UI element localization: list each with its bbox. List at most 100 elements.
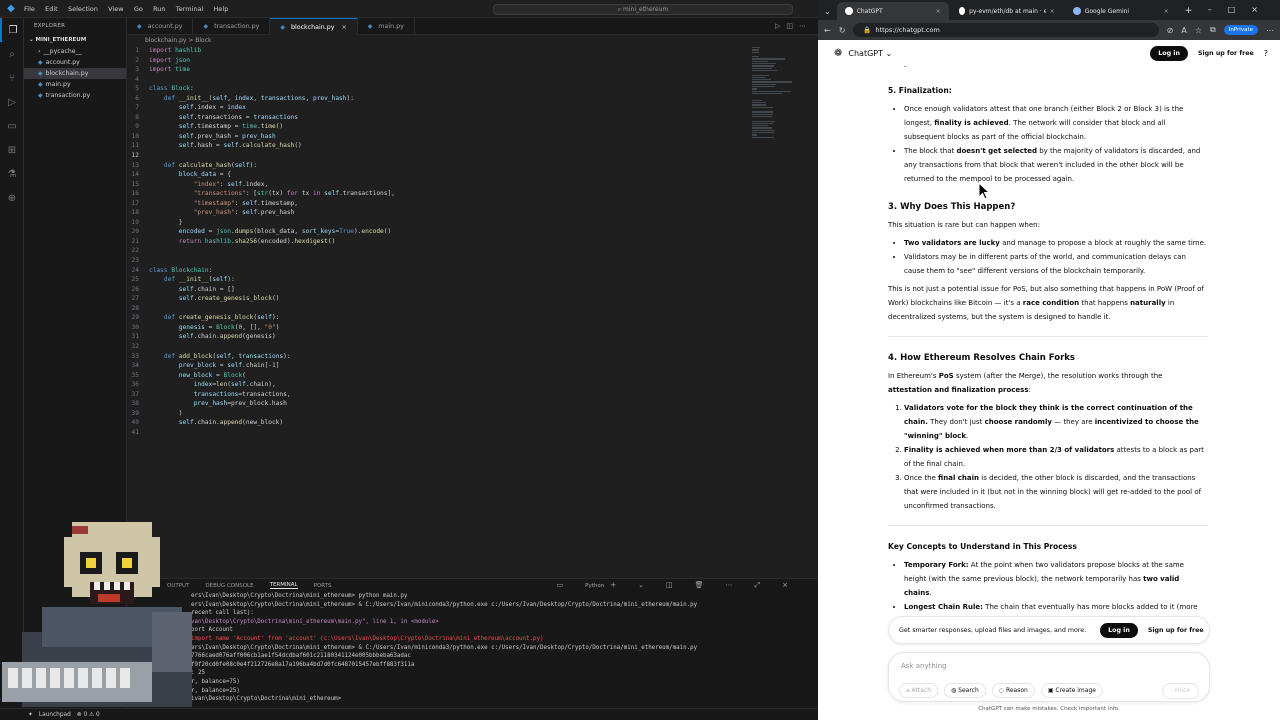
menu-edit[interactable]: Edit [45,5,58,13]
terminal-kind[interactable]: Python [585,583,604,589]
browser-tab-gemini[interactable]: Google Gemini × [1065,2,1177,20]
code-line[interactable]: 6 def __init__(self, index, transactions… [127,94,747,104]
code-line[interactable]: 14 block_data = { [127,170,747,180]
code-line[interactable]: 36 index=len(self.chain), [127,380,747,390]
code-line[interactable]: 26 self.chain = [] [127,285,747,295]
remote-explorer-icon[interactable]: ▭ [0,114,24,138]
maximize-icon[interactable]: ⤢ [755,581,767,589]
more-icon[interactable]: ⋯ [799,22,812,30]
code-line[interactable]: 22 [127,246,747,256]
close-icon[interactable]: × [1164,8,1169,15]
problems-status[interactable]: ⊗ 0 ⚠ 0 [77,712,100,718]
reason-button[interactable]: ◌ Reason [991,683,1035,698]
openai-logo-icon[interactable]: ❁ [834,48,842,59]
code-line[interactable]: 12 [127,151,747,161]
page-scrollbar[interactable] [1270,66,1276,706]
split-terminal-icon[interactable]: ◫ [666,581,679,589]
url-field[interactable]: 🔒 https://chatgpt.com [853,23,1159,37]
refresh-icon[interactable]: ↻ [839,26,846,35]
menu-help[interactable]: Help [214,5,229,13]
code-line[interactable]: 20 encoded = json.dumps(block_data, sort… [127,227,747,237]
file-item-pycache[interactable]: › __pycache__ [24,46,126,57]
folder-root[interactable]: ⌄ MINI_ETHEREUM [24,34,126,46]
chat-input-placeholder[interactable]: Ask anything [901,662,947,670]
code-line[interactable]: 2 import json [127,56,747,66]
code-line[interactable]: 3 import time [127,65,747,75]
favorite-icon[interactable]: ☆ [1195,26,1202,35]
login-button[interactable]: Log in [1150,45,1188,61]
tracking-icon[interactable]: ⊘ [1167,26,1174,35]
terminal-output[interactable]: ers\Ivan\Desktop\Crypto\Doctrina\mini_et… [127,592,818,704]
tab-ports[interactable]: PORTS [314,583,332,589]
banner-login-button[interactable]: Log in [1100,622,1138,638]
code-line[interactable]: 19 } [127,218,747,228]
code-line[interactable]: 27 self.create_genesis_block() [127,294,747,304]
code-line[interactable]: 37 transactions=transactions, [127,390,747,400]
code-line[interactable]: 7 self.index = index [127,103,747,113]
maximize-icon[interactable]: □ [1228,5,1252,14]
code-line[interactable]: 18 "prev_hash": self.prev_hash [127,208,747,218]
inprivate-badge[interactable]: InPrivate [1223,25,1258,35]
close-icon[interactable]: × [1251,5,1274,14]
close-icon[interactable]: × [782,581,794,589]
back-icon[interactable]: ← [824,26,831,35]
tab-main[interactable]: ◆ main.py [358,18,415,35]
source-control-icon[interactable]: ⑂ [0,66,24,90]
code-line[interactable]: 29 def create_genesis_block(self): [127,313,747,323]
close-icon[interactable]: × [341,24,346,31]
code-line[interactable]: 40 self.chain.append(new_block) [127,418,747,428]
code-line[interactable]: 4 [127,75,747,85]
code-line[interactable]: 23 [127,256,747,266]
code-line[interactable]: 8 self.transactions = transactions [127,113,747,123]
signup-button[interactable]: Sign up for free [1198,50,1254,57]
trash-icon[interactable]: 🗑 [695,581,710,589]
code-line[interactable]: 15 "index": self.index, [127,180,747,190]
file-item-blockchain[interactable]: ◆ blockchain.py [24,68,126,79]
browser-tab-github[interactable]: py-evm/eth/db at main · ether... × [951,2,1063,20]
code-line[interactable]: 41 [127,428,747,438]
code-line[interactable]: 1 import hashlib [127,46,747,56]
launchpad-icon[interactable]: ✦ [28,712,33,718]
file-item-account[interactable]: ◆ account.py [24,57,126,68]
chevron-down-icon[interactable]: ⌄ [638,581,650,589]
code-line[interactable]: 30 genesis = Block(0, [], "0") [127,323,747,333]
tab-blockchain[interactable]: ◆ blockchain.py × [270,18,358,35]
code-line[interactable]: 39 ) [127,409,747,419]
more-icon[interactable]: ⋯ [726,581,739,589]
launchpad-label[interactable]: Launchpad [39,712,71,718]
code-line[interactable]: 10 self.prev_hash = prev_hash [127,132,747,142]
banner-signup-button[interactable]: Sign up for free [1148,627,1204,634]
tab-terminal[interactable]: TERMINAL [269,582,298,589]
menu-view[interactable]: View [108,5,123,13]
code-line[interactable]: 24 class Blockchain: [127,266,747,276]
split-editor-icon[interactable]: ◫ [786,22,799,30]
tab-account[interactable]: ◆ account.py [127,18,194,35]
code-line[interactable]: 17 "timestamp": self.timestamp, [127,199,747,209]
browser-tab-chatgpt[interactable]: ChatGPT × [836,2,949,20]
code-line[interactable]: 5 class Block: [127,84,747,94]
search-icon[interactable]: ⌕ [0,42,24,66]
code-line[interactable]: 35 new_block = Block( [127,371,747,381]
close-icon[interactable]: × [1050,8,1055,15]
menu-run[interactable]: Run [153,5,165,13]
explorer-icon[interactable]: ❐ [0,18,24,42]
tab-transaction[interactable]: ◆ transaction.py [193,18,271,35]
code-editor[interactable]: 1 import hashlib 2 import json 3 import time 4… [127,46,747,576]
new-tab-icon[interactable]: + [1185,6,1193,16]
tab-debug-console[interactable]: DEBUG CONSOLE [205,583,253,589]
menu-file[interactable]: File [24,5,35,13]
create-image-button[interactable]: ▣ Create image [1040,683,1103,698]
minimap[interactable] [752,46,802,138]
code-line[interactable]: 11 self.hash = self.calculate_hash() [127,141,747,151]
attach-button[interactable]: ⌀ Attach [899,683,939,698]
code-line[interactable]: 31 self.chain.append(genesis) [127,332,747,342]
extensions-icon[interactable]: ⊞ [0,138,24,162]
help-icon[interactable]: ? [1264,49,1268,58]
code-line[interactable]: 25 def __init__(self): [127,275,747,285]
menu-go[interactable]: Go [134,5,143,13]
close-icon[interactable]: × [936,8,941,15]
menu-selection[interactable]: Selection [68,5,98,13]
search-button[interactable]: ◍ Search [944,683,986,698]
code-line[interactable]: 13 def calculate_hash(self): [127,161,747,171]
code-line[interactable]: 32 [127,342,747,352]
